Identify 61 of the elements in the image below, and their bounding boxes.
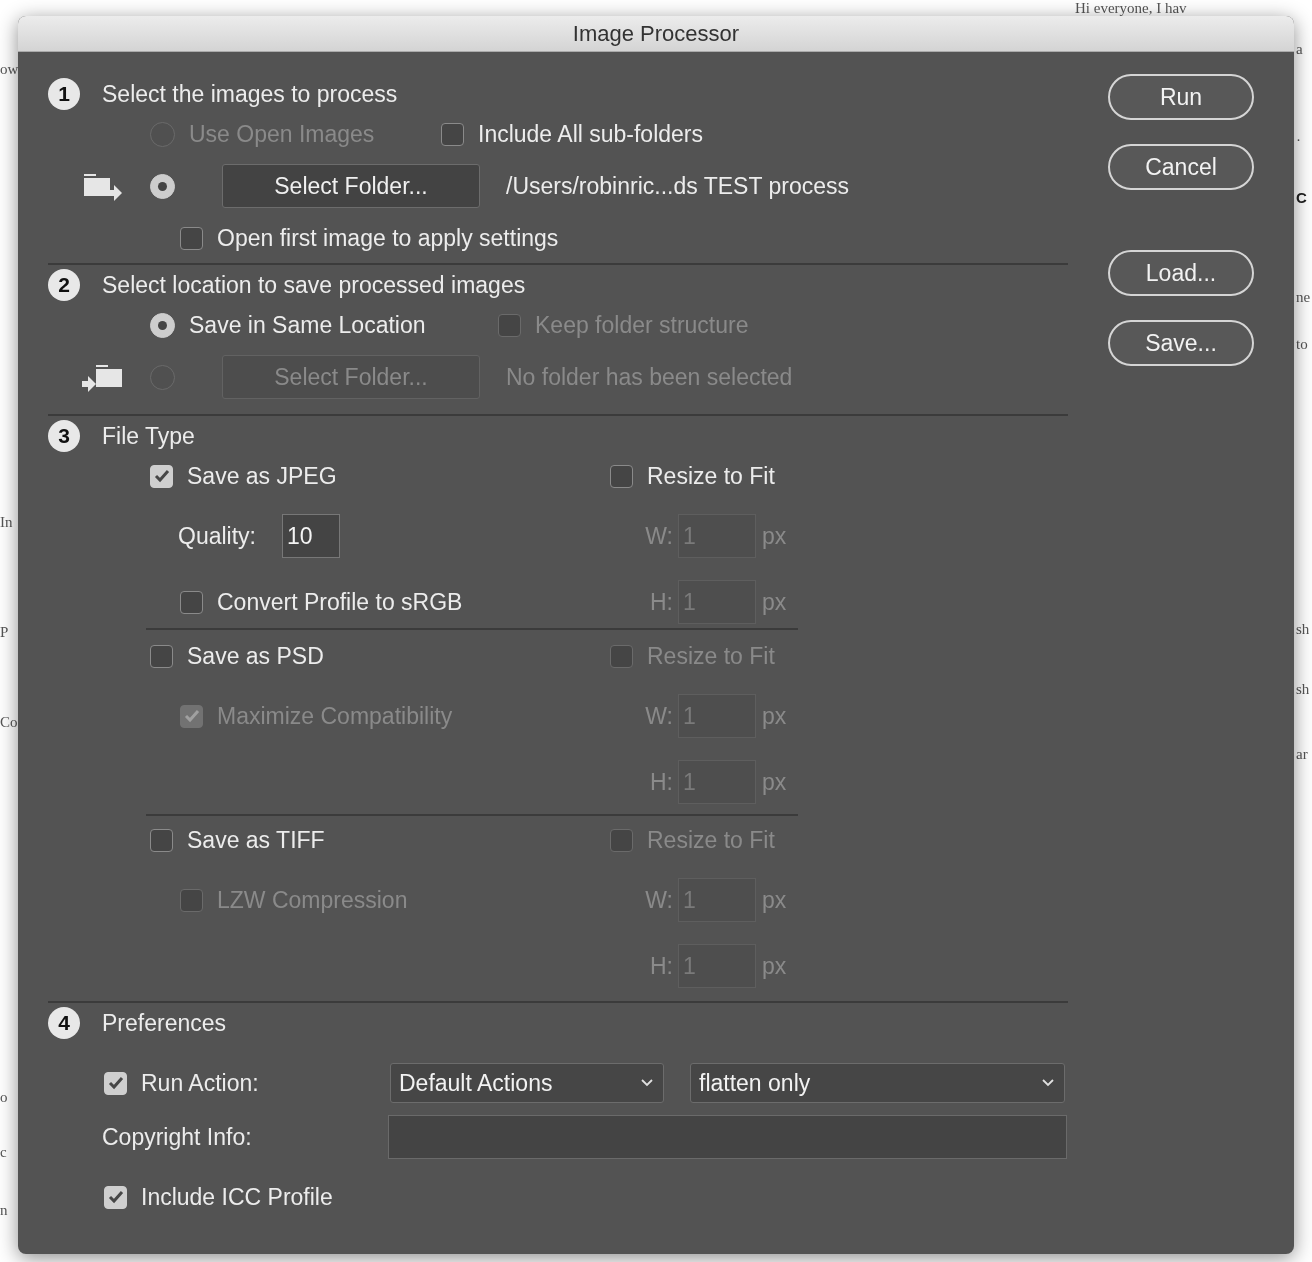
checkbox[interactable] <box>441 122 464 146</box>
checkbox-label: Include ICC Profile <box>141 1182 333 1212</box>
arrow-folder-icon <box>82 364 124 393</box>
field-label: Copyright Info: <box>102 1122 253 1152</box>
check-icon <box>183 709 200 723</box>
folder-path: /Users/robinric...ds TEST process <box>506 171 850 201</box>
check-icon <box>153 469 170 483</box>
quality-field[interactable]: 10 <box>282 514 340 558</box>
checkbox-label: Convert Profile to sRGB <box>217 587 463 617</box>
copyright-field[interactable] <box>388 1115 1067 1159</box>
checkbox[interactable] <box>150 644 173 668</box>
step-number: 2 <box>48 269 80 301</box>
section-title: Select location to save processed images <box>102 270 527 300</box>
page-text: Co <box>0 715 18 730</box>
check-icon <box>107 1076 124 1090</box>
checkbox[interactable] <box>180 226 203 250</box>
step-number: 1 <box>48 78 80 110</box>
dropdown[interactable]: Default Actions <box>390 1063 664 1103</box>
chevron-icon <box>1042 1079 1054 1087</box>
checkbox[interactable] <box>150 828 173 852</box>
page-text: In <box>0 515 13 530</box>
radio-label: Save in Same Location <box>189 310 426 340</box>
dialog-button[interactable]: Cancel <box>1108 144 1254 190</box>
step-number: 3 <box>48 420 80 452</box>
dialog-button[interactable]: Save... <box>1108 320 1254 366</box>
dialog-button[interactable]: Run <box>1108 74 1254 120</box>
page-text: ar <box>1296 747 1308 762</box>
checkbox-label: Save as JPEG <box>187 461 337 491</box>
folder-arrow-icon <box>82 173 124 202</box>
page-text: P <box>0 625 9 640</box>
select-folder-button[interactable]: Select Folder... <box>222 164 480 208</box>
page-text: n <box>0 1203 8 1218</box>
dialog-button[interactable]: Load... <box>1108 250 1254 296</box>
checkbox[interactable] <box>610 464 633 488</box>
check-icon <box>107 1190 124 1204</box>
page-text: a <box>1296 42 1303 57</box>
page-text: sh <box>1296 622 1310 637</box>
checkbox-label: Save as PSD <box>187 641 324 671</box>
chevron-icon <box>641 1079 653 1087</box>
checkbox[interactable] <box>180 590 203 614</box>
page-text: to <box>1296 337 1308 352</box>
checkbox-label: Resize to Fit <box>647 461 775 491</box>
checkbox-label: Include All sub-folders <box>478 119 703 149</box>
section-title: Select the images to process <box>102 79 399 109</box>
checkbox-label: Save as TIFF <box>187 825 325 855</box>
page-text: o <box>0 1090 8 1105</box>
step-number: 4 <box>48 1007 80 1039</box>
checkbox-label: Open first image to apply settings <box>217 223 559 253</box>
section-title: File Type <box>102 421 196 451</box>
field-label: Quality: <box>178 521 256 551</box>
page-text: · <box>1296 133 1301 148</box>
page-text: Hi everyone, I hav <box>1075 1 1187 16</box>
checkbox-label: Run Action: <box>141 1068 259 1098</box>
section-title: Preferences <box>102 1008 227 1038</box>
dropdown[interactable]: flatten only <box>690 1063 1065 1103</box>
page-text: ow <box>0 62 19 77</box>
window-title: Image Processor <box>572 20 740 48</box>
page-text: c <box>0 1145 7 1160</box>
page-text: C <box>1296 190 1307 205</box>
page-text: sh <box>1296 682 1310 697</box>
page-text: ne <box>1296 290 1311 305</box>
